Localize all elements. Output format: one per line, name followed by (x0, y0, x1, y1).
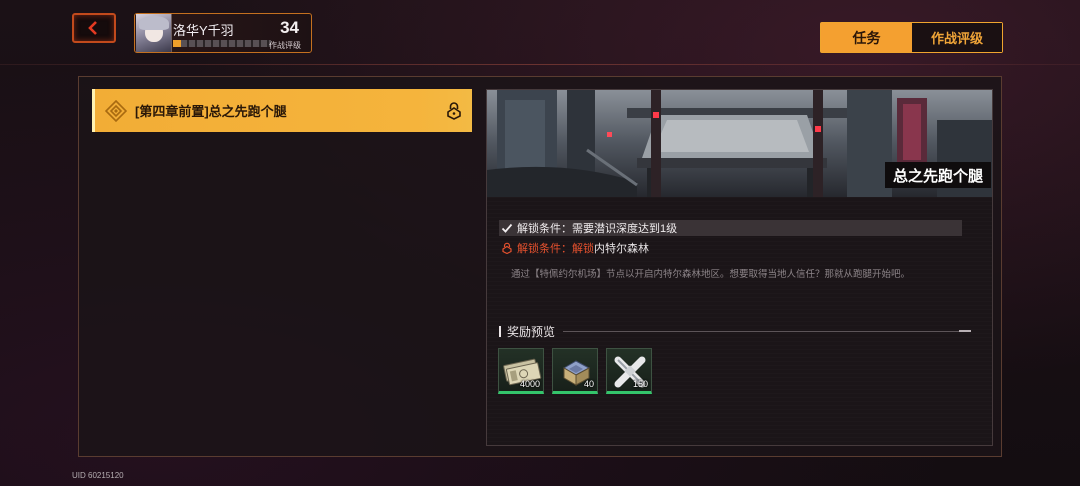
quest-description: 通过【特佩约尔机场】节点以开启内特尔森林地区。想要取得当地人信任？那就从跑腿开始… (511, 269, 911, 280)
reward-count: 40 (583, 379, 594, 389)
rewards-title: 奖励预览 (507, 324, 556, 339)
rewards-header: 奖励预览 (499, 324, 971, 339)
lock-icon (447, 102, 461, 120)
quest-title: [第四章前置]总之先跑个腿 (135, 104, 287, 119)
quest-banner-image: 总之先跑个腿 (487, 90, 992, 197)
condition-text: 需要潜识深度达到1级 (572, 223, 678, 235)
quest-list-item[interactable]: [第四章前置]总之先跑个腿 (92, 89, 472, 132)
tab-bar: 任务 作战评级 (820, 22, 1003, 53)
section-divider-end (959, 330, 971, 332)
reward-item[interactable]: 40 (552, 348, 598, 394)
checkmark-icon (501, 223, 513, 233)
reward-count: 150 (632, 379, 648, 389)
reward-item[interactable]: 4000 (498, 348, 544, 394)
unlock-condition-met: 解锁条件： 需要潜识深度达到1级 (499, 220, 962, 236)
section-marker (499, 325, 501, 337)
player-name: 洛华Y千羽 (173, 23, 234, 38)
avatar (136, 14, 172, 52)
rating-label: 作战评级 (269, 41, 301, 50)
lock-icon (502, 242, 512, 254)
quest-detail-panel: 总之先跑个腿 解锁条件： 需要潜识深度达到1级 解锁条件： 解锁 内特尔森林 通… (486, 89, 993, 446)
condition-text: 内特尔森林 (594, 243, 649, 255)
player-level: 34 (280, 18, 299, 37)
tab-missions[interactable]: 任务 (821, 23, 912, 52)
tab-combat-rating[interactable]: 作战评级 (912, 23, 1002, 52)
reward-count: 4000 (519, 379, 540, 389)
header-divider (0, 64, 1080, 65)
user-id: UID 60215120 (72, 471, 124, 480)
player-card[interactable]: 洛华Y千羽 34 作战评级 (134, 13, 312, 53)
back-button[interactable] (72, 13, 116, 43)
section-divider (563, 330, 959, 332)
chevron-left-icon (88, 21, 97, 35)
exp-bar-fill (173, 40, 181, 47)
condition-label: 解锁条件： (517, 243, 572, 255)
banner-title: 总之先跑个腿 (884, 162, 991, 188)
condition-label: 解锁条件： (517, 223, 572, 235)
exp-bar (173, 40, 271, 47)
condition-highlight: 解锁 (572, 243, 594, 255)
quest-diamond-icon (105, 99, 127, 122)
unlock-condition-unmet: 解锁条件： 解锁 内特尔森林 (499, 240, 962, 256)
reward-item[interactable]: 150 (606, 348, 652, 394)
